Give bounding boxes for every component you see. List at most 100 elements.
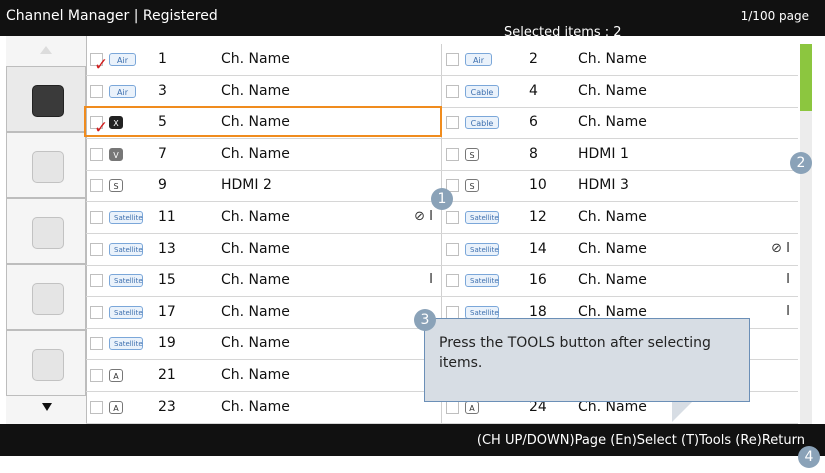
channel-cell[interactable]: Satellite 16 Ch. Name I: [442, 265, 798, 297]
page-indicator: 1/100 page: [740, 9, 809, 23]
window-title: Channel Manager | Registered: [6, 8, 218, 24]
channel-name: Ch. Name: [578, 240, 647, 257]
nav-button-2[interactable]: [6, 132, 86, 198]
source-badge: Cable: [465, 116, 499, 130]
channel-number: 14: [529, 240, 547, 257]
source-badge: Air: [109, 84, 136, 98]
select-checkbox[interactable]: [446, 242, 459, 256]
select-checkbox[interactable]: [90, 369, 103, 382]
source-badge: A: [109, 369, 123, 382]
channel-number: 1: [158, 51, 167, 67]
select-checkbox[interactable]: [90, 179, 103, 193]
header-bar: Channel Manager | Registered Selected it…: [0, 0, 825, 40]
nav-button-3[interactable]: [6, 198, 86, 264]
channel-name: HDMI 1: [578, 145, 629, 162]
select-checkbox[interactable]: [90, 84, 103, 98]
select-checkbox[interactable]: [446, 211, 459, 224]
channel-cell[interactable]: Air 2 Ch. Name: [442, 44, 798, 76]
channel-cell[interactable]: A 21 Ch. Name: [86, 360, 441, 392]
nav-square-icon: [32, 85, 64, 117]
channel-cell[interactable]: Satellite 14 Ch. Name ⊘ I: [442, 234, 798, 266]
channel-cell[interactable]: A 23 Ch. Name: [86, 392, 441, 424]
channel-cell[interactable]: Satellite 12 Ch. Name: [442, 202, 798, 234]
channel-cell[interactable]: Cable 4 Ch. Name: [442, 76, 798, 108]
lock-edit-icons: ⊘ I: [414, 209, 433, 224]
channel-number: 15: [158, 272, 176, 289]
source-badge: Satellite: [465, 242, 499, 256]
select-checkbox[interactable]: [90, 147, 103, 161]
channel-cell[interactable]: Satellite 13 Ch. Name: [86, 234, 441, 266]
source-badge: S: [465, 179, 479, 193]
channel-cell[interactable]: Satellite 15 Ch. Name I: [86, 265, 441, 297]
select-checkbox[interactable]: [90, 242, 103, 256]
channel-cell[interactable]: S 8 HDMI 1: [442, 139, 798, 171]
channel-cell[interactable]: Satellite 17 Ch. Name: [86, 297, 441, 329]
channel-name: Ch. Name: [578, 82, 647, 99]
lock-edit-icons: I: [429, 272, 433, 288]
callout-3: 3: [414, 309, 436, 331]
nav-button-1[interactable]: [6, 66, 86, 132]
channel-cell[interactable]: Satellite 19 Ch. Name: [86, 328, 441, 360]
select-checkbox[interactable]: [90, 274, 103, 288]
channel-number: 7: [158, 145, 167, 162]
channel-cell[interactable]: S 10 HDMI 3: [442, 170, 798, 202]
scroll-down-icon[interactable]: [42, 403, 52, 411]
source-badge: S: [465, 147, 479, 161]
lock-edit-icons: ⊘ I: [771, 240, 790, 256]
select-checkbox[interactable]: [90, 400, 103, 414]
callout-1: 1: [431, 188, 453, 210]
channel-name: Ch. Name: [221, 335, 290, 352]
nav-button-5[interactable]: [6, 330, 86, 396]
source-badge: Satellite: [465, 211, 499, 224]
nav-button-4[interactable]: [6, 264, 86, 330]
channel-number: 6: [529, 114, 538, 131]
channel-name: Ch. Name: [578, 51, 647, 67]
nav-square-icon: [32, 217, 64, 249]
select-checkbox[interactable]: [90, 305, 103, 319]
scrollbar[interactable]: [800, 44, 812, 424]
source-badge: A: [465, 400, 479, 414]
channel-name: Ch. Name: [221, 51, 290, 67]
select-checkbox[interactable]: [446, 147, 459, 161]
channel-number: 3: [158, 82, 167, 99]
scrollbar-thumb[interactable]: [800, 44, 812, 111]
nav-square-icon: [32, 151, 64, 183]
select-checkbox[interactable]: [446, 400, 459, 414]
select-checkbox[interactable]: [446, 274, 459, 288]
callout-2: 2: [790, 152, 812, 174]
channel-cell[interactable]: Air 3 Ch. Name: [86, 76, 441, 108]
channel-cell[interactable]: Cable 6 Ch. Name: [442, 107, 798, 139]
scroll-up-icon[interactable]: [40, 46, 52, 54]
source-badge: Satellite: [465, 274, 499, 288]
channel-number: 11: [158, 209, 176, 225]
channel-name: Ch. Name: [221, 367, 290, 383]
select-checkbox[interactable]: ✓: [90, 53, 108, 74]
channel-cell[interactable]: ✓ Air 1 Ch. Name: [86, 44, 441, 76]
select-checkbox[interactable]: [446, 53, 459, 66]
channel-cell[interactable]: S 9 HDMI 2: [86, 170, 441, 202]
checkmark-icon: ✓: [94, 55, 109, 75]
lock-edit-icons: I: [786, 272, 790, 288]
channel-number: 12: [529, 209, 547, 225]
channel-name: Ch. Name: [578, 272, 647, 289]
key-help: (CH UP/DOWN)Page (En)Select (T)Tools (Re…: [476, 433, 805, 448]
channel-number: 17: [158, 303, 176, 320]
source-badge: Satellite: [109, 305, 143, 319]
channel-name: Ch. Name: [221, 145, 290, 162]
source-badge: Cable: [465, 84, 499, 98]
table-row: Satellite 15 Ch. Name I Satellite 16 Ch. Name I: [86, 265, 798, 298]
channel-cell[interactable]: V 7 Ch. Name: [86, 139, 441, 171]
select-checkbox[interactable]: [446, 84, 459, 98]
nav-square-icon: [32, 349, 64, 381]
select-checkbox[interactable]: [90, 211, 103, 224]
source-badge: S: [109, 179, 123, 193]
select-checkbox[interactable]: [446, 116, 459, 130]
callout-4: 4: [798, 446, 820, 468]
select-checkbox[interactable]: [446, 305, 459, 319]
channel-number: 16: [529, 272, 547, 289]
select-checkbox[interactable]: [90, 337, 103, 351]
channel-number: 19: [158, 335, 176, 352]
channel-number: 13: [158, 240, 176, 257]
channel-cell[interactable]: Satellite 11 Ch. Name ⊘ I: [86, 202, 441, 234]
tooltip-tail: [672, 402, 692, 422]
